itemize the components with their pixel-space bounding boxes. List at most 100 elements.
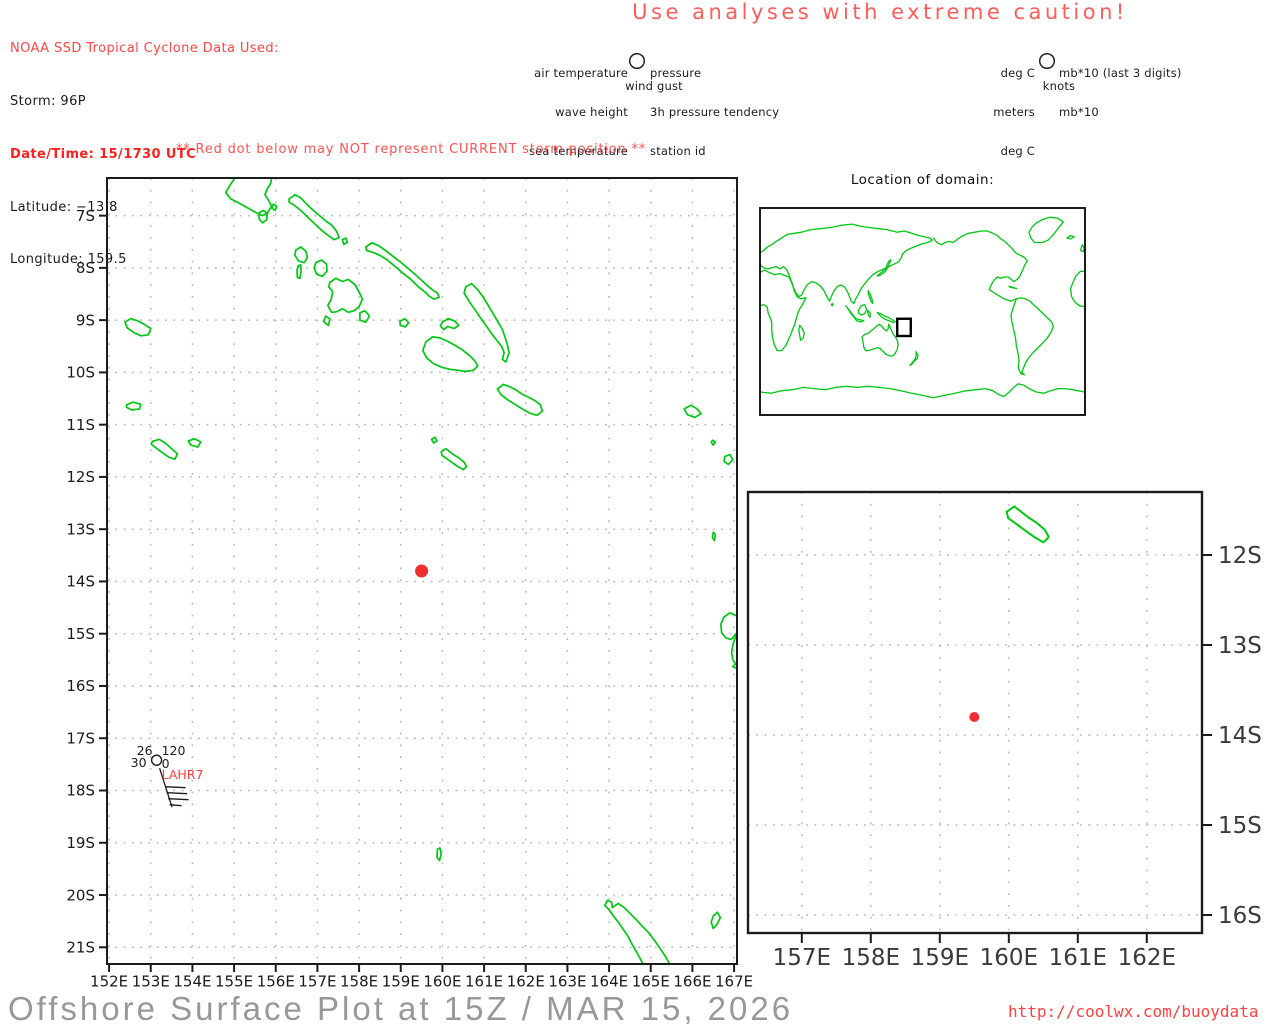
x-tick-label: 154E <box>173 972 211 990</box>
coastline <box>496 383 544 417</box>
x-tick-label: 156E <box>257 972 295 990</box>
coastline <box>857 303 868 316</box>
coastline <box>421 336 479 373</box>
world-inset-title: Location of domain: <box>850 172 995 188</box>
legend-wave-height: wave height <box>555 105 628 119</box>
y-tick-label: 9S <box>76 311 95 329</box>
coastline <box>854 317 865 323</box>
coastline <box>187 437 202 448</box>
units-legend-right-column: mb*10 (last 3 digits) mb*10 <box>1059 41 1182 171</box>
coastline <box>341 237 349 246</box>
x-tick-label: 164E <box>590 972 628 990</box>
x-tick-label: 163E <box>548 972 586 990</box>
legend-station-id: station id <box>650 144 706 158</box>
coastline <box>125 401 142 411</box>
source-url[interactable]: http://coolwx.com/buoydata <box>1008 1002 1258 1021</box>
legend-unit-degc-air: deg C <box>1000 66 1035 80</box>
coastline <box>288 193 340 241</box>
coastline <box>604 899 671 964</box>
coastline <box>124 317 152 337</box>
legend-unit-mb-last3: mb*10 (last 3 digits) <box>1059 66 1182 80</box>
y-tick-label: 12S <box>66 468 95 486</box>
y-tick-label: 12S <box>1218 543 1262 569</box>
coastline <box>760 223 934 305</box>
y-tick-label: 11S <box>66 416 95 434</box>
y-tick-label: 8S <box>76 259 95 277</box>
plot-legend-left-column: air temperature wave height sea temperat… <box>529 41 628 184</box>
coastline <box>271 203 278 212</box>
map-frame <box>759 207 1086 416</box>
legend-air-temperature: air temperature <box>534 66 628 80</box>
y-tick-label: 14S <box>66 573 95 591</box>
x-tick-label: 161E <box>1049 945 1107 971</box>
x-tick-label: 152E <box>90 972 128 990</box>
coastline <box>909 351 919 367</box>
y-tick-label: 13S <box>66 520 95 538</box>
y-tick-label: 15S <box>66 625 95 643</box>
coastline <box>932 230 1028 302</box>
coastline <box>1010 297 1055 376</box>
x-tick-label: 157E <box>298 972 336 990</box>
x-tick-label: 158E <box>842 945 900 971</box>
caution-banner: Use analyses with extreme caution! <box>632 0 1128 24</box>
coastline <box>867 290 874 305</box>
coastline <box>723 453 734 466</box>
plot-title: Offshore Surface Plot at 15Z / MAR 15, 2… <box>8 990 794 1024</box>
legend-unit-mb: mb*10 <box>1059 105 1099 119</box>
y-tick-label: 14S <box>1218 723 1262 749</box>
coastline <box>760 269 807 352</box>
coastline <box>463 282 510 363</box>
data-source-line: NOAA SSD Tropical Cyclone Data Used: <box>10 41 279 57</box>
y-tick-label: 7S <box>76 207 95 225</box>
x-tick-label: 157E <box>773 945 831 971</box>
coastline <box>711 531 717 542</box>
coastline <box>364 241 440 301</box>
station-wave-height: 30 <box>131 755 147 770</box>
x-tick-label: 160E <box>423 972 461 990</box>
domain-box <box>896 317 912 338</box>
coastline <box>710 439 717 446</box>
main-map: 26 12030 0LAHR7 152E 153E 154E 155E 156E 157E 158… <box>66 177 753 990</box>
station-circle-icon <box>1038 52 1056 70</box>
x-tick-label: 161E <box>465 972 503 990</box>
storm-id-line: Storm: 96P <box>10 93 86 109</box>
x-tick-label: 155E <box>215 972 253 990</box>
coastline <box>845 305 857 320</box>
coastline <box>258 209 269 224</box>
y-tick-label: 17S <box>66 729 95 747</box>
y-tick-label: 21S <box>66 939 95 957</box>
y-tick-label: 10S <box>66 364 95 382</box>
coastline <box>710 911 722 930</box>
y-tick-label: 18S <box>66 782 95 800</box>
coastline <box>1079 244 1085 253</box>
coastline <box>436 847 443 862</box>
y-tick-label: 13S <box>1218 633 1262 659</box>
station-plot-LAHR7: 26 12030 0LAHR7 <box>131 743 203 808</box>
plot-legend-right-column: pressure 3h pressure tendency station id <box>650 41 779 184</box>
coastline <box>798 324 805 341</box>
coastline <box>294 246 309 264</box>
x-tick-label: 153E <box>132 972 170 990</box>
station-circle-icon <box>628 52 646 70</box>
coastline <box>861 323 899 357</box>
x-tick-label: 167E <box>715 972 753 990</box>
x-tick-label: 158E <box>340 972 378 990</box>
offshore-surface-plot-page: NOAA SSD Tropical Cyclone Data Used: Sto… <box>0 0 1280 1024</box>
coastline <box>430 436 438 444</box>
x-tick-label: 160E <box>980 945 1038 971</box>
x-tick-label: 162E <box>507 972 545 990</box>
legend-unit-degc-sea: deg C <box>1000 144 1035 158</box>
units-legend-left-column: deg C meters deg C <box>993 41 1035 184</box>
coastline <box>876 311 897 324</box>
y-tick-label: 19S <box>66 834 95 852</box>
x-tick-label: 159E <box>382 972 420 990</box>
wind-barb <box>168 798 189 801</box>
station-circle-icon <box>150 754 163 766</box>
coastline <box>326 277 364 314</box>
wind-barb <box>166 792 188 795</box>
y-tick-label: 20S <box>66 886 95 904</box>
coastline <box>296 263 303 280</box>
coastline <box>1005 505 1050 544</box>
coastline <box>224 178 273 217</box>
main-storm-dot <box>415 564 429 578</box>
